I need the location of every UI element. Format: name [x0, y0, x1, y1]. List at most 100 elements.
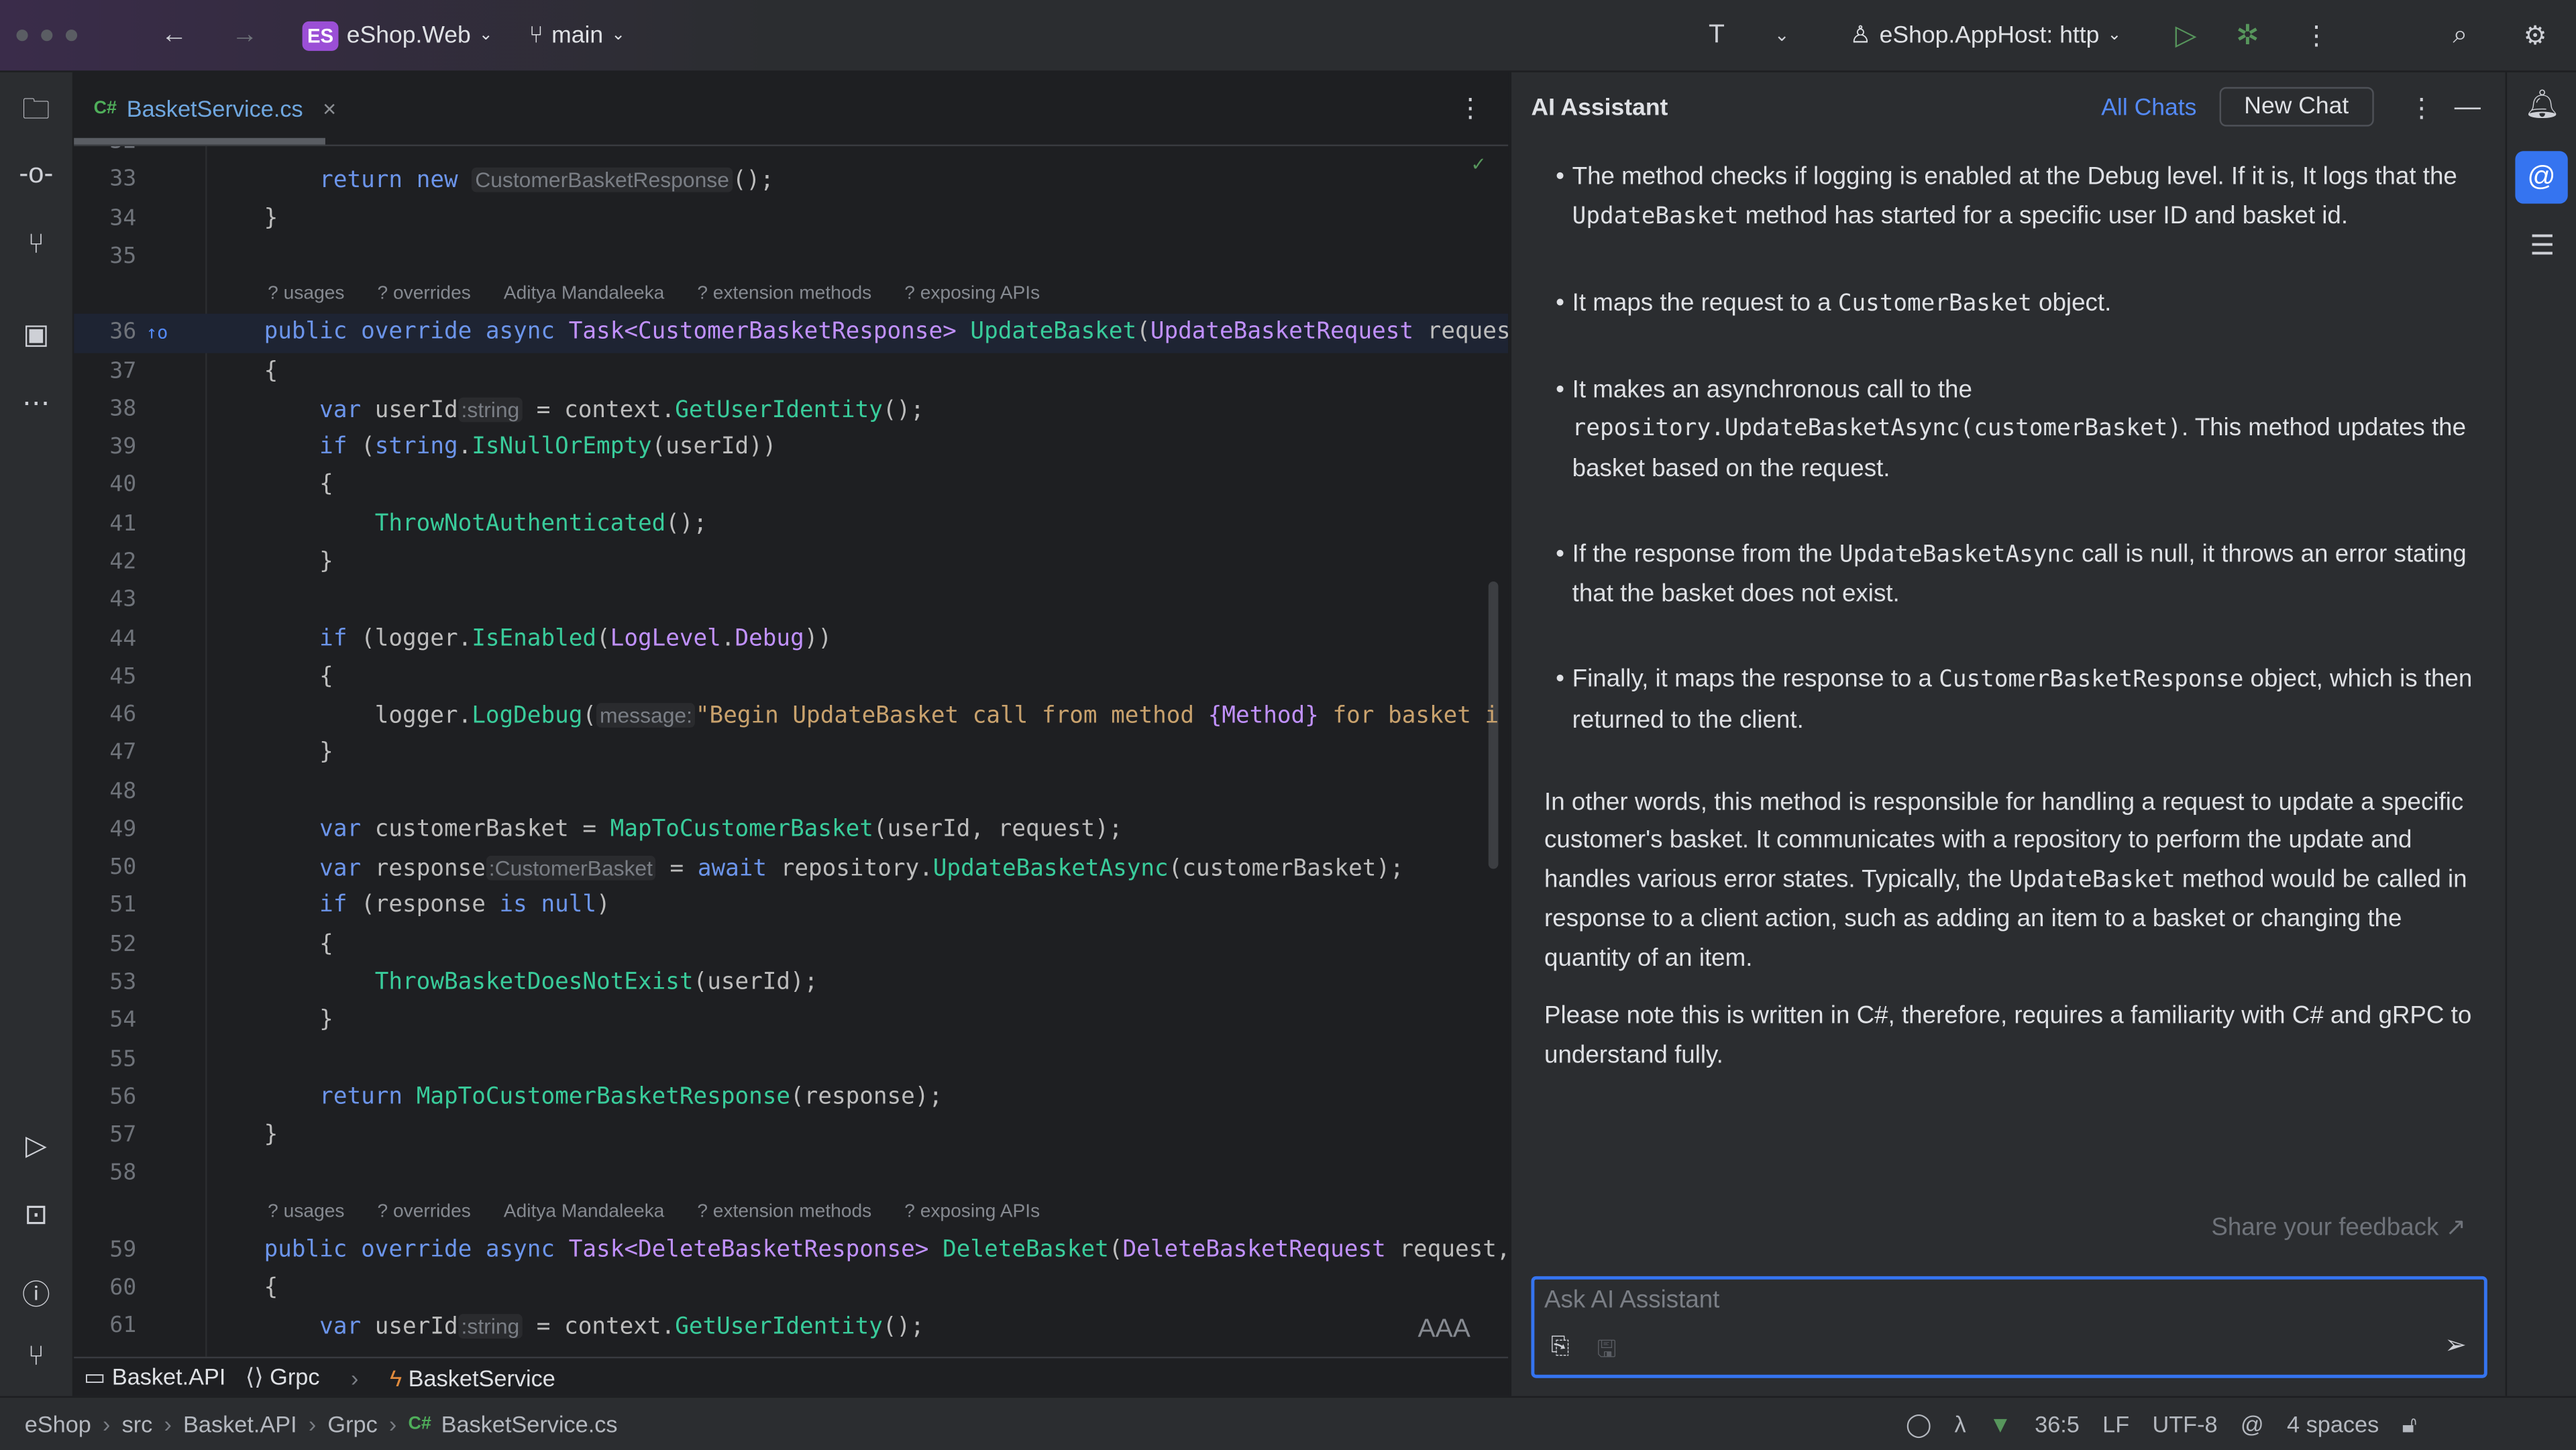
ai-icon[interactable]: @	[2241, 1411, 2264, 1437]
services-icon[interactable]: ▷	[0, 1130, 72, 1163]
git-icon[interactable]: ⑂	[0, 1340, 72, 1373]
code-token: = context.	[523, 397, 676, 424]
code-token: public override async	[264, 1236, 555, 1263]
lock-icon[interactable]: 🔓︎	[2402, 1410, 2417, 1438]
code-token: UpdateBasket	[970, 319, 1137, 346]
close-icon[interactable]: ×	[323, 95, 336, 121]
status-crumb[interactable]: Grpc	[327, 1411, 377, 1437]
crumb-project[interactable]: ▭ Basket.API	[84, 1363, 226, 1392]
code-token: new	[416, 168, 458, 194]
commit-icon[interactable]: -o-	[0, 158, 72, 190]
save-icon[interactable]: 🖫	[1597, 1332, 1616, 1372]
all-chats-link[interactable]: All Chats	[2101, 95, 2196, 121]
pull-request-icon[interactable]: ⑂	[0, 228, 72, 261]
code-vision-item[interactable]: ? usages	[268, 276, 344, 315]
input-placeholder: Ask AI Assistant	[1544, 1286, 1720, 1315]
code-vision-item[interactable]: ? extension methods	[697, 276, 871, 315]
crumb-class[interactable]: ϟ BasketService	[390, 1364, 555, 1390]
structure-icon[interactable]: ▣	[0, 319, 72, 351]
database-icon[interactable]: ☰	[2507, 230, 2576, 263]
more-icon[interactable]: ⋮	[2303, 0, 2329, 70]
response-paragraph: Please note this is written in C#, there…	[1544, 1001, 2472, 1069]
code-token: {	[209, 357, 278, 384]
code-line: 46 logger.LogDebug(message: "Begin Update…	[74, 697, 1508, 735]
send-icon[interactable]: ➢	[2445, 1329, 2467, 1361]
bullet-item: It maps the request to a CustomerBasket …	[1544, 283, 2481, 323]
text: method has started for a specific user I…	[1738, 201, 2349, 229]
code-vision-item[interactable]: ? overrides	[378, 1193, 471, 1231]
code-text: ThrowNotAuthenticated();	[209, 506, 707, 544]
code-editor[interactable]: C#BasketService.cs× ⋮ ✓ AAA 3233 return …	[74, 72, 1509, 1357]
circle-icon[interactable]: ◯	[1906, 1410, 1931, 1438]
chevron-down-icon[interactable]: ⌄	[1774, 0, 1790, 70]
caret-position[interactable]: 36:5	[2035, 1411, 2080, 1437]
hammer-icon[interactable]: T	[1709, 0, 1725, 70]
encoding[interactable]: UTF-8	[2152, 1411, 2217, 1437]
lambda-icon[interactable]: λ	[1954, 1411, 1966, 1437]
project-selector[interactable]: ES eShop.Web ⌄	[302, 0, 493, 70]
line-ending[interactable]: LF	[2102, 1411, 2129, 1437]
crumb-label: BasketService	[408, 1363, 555, 1391]
run-config-selector[interactable]: ♙ eShop.AppHost: http ⌄	[1850, 0, 2122, 70]
code-vision-item[interactable]: ? overrides	[378, 276, 471, 315]
gear-icon[interactable]: ⚙	[2524, 0, 2547, 70]
problems-icon[interactable]: ⓘ	[0, 1272, 72, 1313]
branch-selector[interactable]: ⑂ main ⌄	[529, 0, 625, 70]
code-token: MapToCustomerBasket	[610, 816, 873, 843]
indent-setting[interactable]: 4 spaces	[2287, 1411, 2379, 1437]
status-crumb[interactable]: eShop	[25, 1411, 91, 1437]
left-toolbar: 🗀 -o- ⑂ ▣ ⋯ ▷ ⊡ ⓘ ⑂	[0, 72, 74, 1396]
status-crumb[interactable]: src	[122, 1411, 153, 1437]
run-config-name: eShop.AppHost: http	[1879, 22, 2100, 49]
code-vision-item[interactable]: ? exposing APIs	[904, 1193, 1040, 1231]
more-icon[interactable]: ⋯	[0, 388, 72, 421]
line-number: 35	[109, 243, 137, 270]
share-feedback-link[interactable]: Share your feedback ↗	[2211, 1212, 2466, 1242]
attach-context-icon[interactable]: ⎘	[1551, 1332, 1569, 1360]
back-icon[interactable]: ←	[161, 0, 187, 70]
run-icon[interactable]: ▷	[2175, 0, 2196, 70]
ai-header: AI Assistant All Chats New Chat ⋮ —	[1511, 72, 2506, 145]
code-token: ThrowNotAuthenticated	[374, 510, 666, 537]
code-token: Task<CustomerBasketResponse>	[568, 319, 957, 346]
code-vision-item[interactable]: ? exposing APIs	[904, 276, 1040, 315]
code-area[interactable]: ✓ AAA 3233 return new CustomerBasketResp…	[74, 146, 1509, 1357]
code-text: return MapToCustomerBasketResponse(respo…	[209, 1078, 943, 1117]
shield-check-icon[interactable]: ▼	[1989, 1411, 2012, 1437]
aspire-icon: ♙	[1849, 22, 1872, 49]
forward-icon[interactable]: →	[231, 0, 258, 70]
code-line: 49 var customerBasket = MapToCustomerBas…	[74, 812, 1508, 850]
code-token: Task<DeleteBasketResponse>	[568, 1236, 929, 1263]
debug-icon[interactable]: ✲	[2236, 0, 2259, 70]
code-vision-item[interactable]: ? extension methods	[697, 1193, 871, 1231]
code-token: }	[209, 739, 333, 767]
minimize-icon[interactable]: —	[2455, 94, 2481, 123]
code-line: 56 return MapToCustomerBasketResponse(re…	[74, 1078, 1508, 1117]
ai-response: The method checks if logging is enabled …	[1544, 158, 2481, 1094]
status-crumb-file[interactable]: BasketService.cs	[441, 1411, 618, 1437]
ai-assistant-icon[interactable]: @	[2515, 151, 2568, 204]
new-chat-button[interactable]: New Chat	[2219, 87, 2373, 127]
tab-basketservice[interactable]: C# BasketService.cs ×	[94, 72, 337, 145]
crumb-namespace[interactable]: ⟨⟩ Grpc	[246, 1363, 320, 1392]
more-icon[interactable]: ⋮	[1457, 92, 1483, 125]
window-controls[interactable]	[16, 0, 82, 70]
bell-icon[interactable]: 🔔︎	[2507, 89, 2576, 121]
code-vision-item[interactable]: Aditya Mandaleeka	[504, 276, 665, 315]
terminal-icon[interactable]: ⊡	[0, 1199, 72, 1232]
ai-chat-input[interactable]: Ask AI Assistant ⎘ 🖫 ➢	[1531, 1276, 2487, 1378]
code-token: }	[209, 205, 278, 231]
code-token: (	[1136, 319, 1150, 346]
folder-icon[interactable]: 🗀	[0, 89, 72, 136]
code-token: DeleteBasketRequest	[1122, 1236, 1386, 1263]
code-vision-item[interactable]: Aditya Mandaleeka	[504, 1193, 665, 1231]
line-number: 50	[109, 854, 137, 881]
search-icon[interactable]: ⌕	[2453, 0, 2467, 70]
line-number: 55	[109, 1045, 137, 1072]
status-crumb[interactable]: Basket.API	[183, 1411, 297, 1437]
more-icon[interactable]: ⋮	[2408, 92, 2434, 125]
code-ref: UpdateBasketAsync	[1839, 541, 2075, 568]
override-gutter-icon[interactable]: ↑o	[146, 315, 168, 353]
code-vision-item[interactable]: ? usages	[268, 1193, 344, 1231]
